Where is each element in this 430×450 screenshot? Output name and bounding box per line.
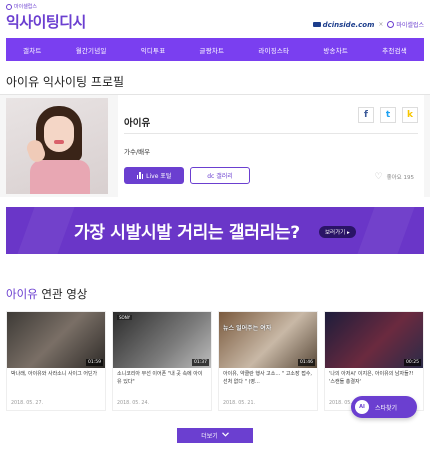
thumbnail-label: SONY	[117, 315, 133, 320]
star-finder-button[interactable]: AI 스타찾기	[351, 396, 417, 418]
video-card[interactable]: SONY 01:37 소니코리아 무선 이어폰 "내 곳 속에 아이유 있다" …	[112, 311, 212, 411]
section-title-highlight: 아이유	[6, 287, 38, 301]
facebook-share-icon[interactable]: f	[358, 107, 374, 123]
logo-main: 익사이팅	[6, 13, 60, 31]
nav-item-monthly-anniversary[interactable]: 월간기념일	[76, 45, 107, 55]
load-more-button[interactable]: 더보기	[177, 428, 253, 443]
chevron-down-icon	[221, 432, 229, 439]
nav-item-broadcast-chart[interactable]: 방송차트	[323, 45, 348, 55]
video-date: 2018. 05.	[329, 401, 352, 406]
kakaostory-share-icon[interactable]: k	[402, 107, 418, 123]
video-duration: 01:37	[192, 359, 209, 366]
video-card[interactable]: 01:59 박나래, 아이유와 사라소니 사이그 어딘가 2018. 05. 2…	[6, 311, 106, 411]
like-count: 좋아요 195	[386, 175, 414, 181]
heart-icon: ♡	[374, 172, 383, 182]
dcinside-icon	[312, 21, 321, 27]
celebrity-job: 가수/배우	[124, 148, 151, 156]
live-portal-button[interactable]: Live 포털	[124, 167, 184, 184]
video-card[interactable]: 뉴스 일어주는 여자 01:46 아이유, 약클란 행사 고소… " 고소장 접…	[218, 311, 318, 411]
video-title[interactable]: 박나래, 아이유와 사라소니 사이그 어딘가	[7, 368, 105, 394]
mycelebs-small-logo[interactable]: 마이셀럽스	[6, 3, 37, 10]
banner-view-button[interactable]: 보러가기 ▸	[319, 226, 356, 238]
video-date: 2018. 05. 27.	[11, 401, 44, 406]
celebrity-name: 아이유	[124, 118, 151, 129]
ai-icon: AI	[355, 400, 369, 414]
share-buttons: f t k	[358, 107, 418, 123]
video-thumbnail[interactable]: 01:59	[7, 312, 105, 368]
load-more-label: 더보기	[201, 433, 218, 440]
promo-banner[interactable]: 가장 시발시발 거리는 갤러리는? 보러가기 ▸	[6, 207, 424, 254]
page-title: 아이유 익사이팅 프로필	[6, 75, 125, 89]
divider	[124, 133, 418, 134]
video-duration: 01:46	[298, 359, 315, 366]
video-thumbnail[interactable]: 뉴스 일어주는 여자 01:46	[219, 312, 317, 368]
nav-item-post-chart[interactable]: 글짱차트	[200, 45, 225, 55]
main-nav: 갤차트 월간기념일 익디투표 글짱차트 라이징스타 방송차트 추천검색	[6, 38, 424, 61]
photo-lips	[54, 140, 64, 144]
dcinside-label: dcinside.com	[322, 20, 375, 29]
video-date: 2018. 05. 21.	[223, 401, 256, 406]
dc-gallery-button[interactable]: dc 갤러리	[190, 167, 250, 184]
video-title[interactable]: '나의 아저씨' 이지은, 아이유의 남자들?! '스캔들 총결자'	[325, 368, 423, 394]
profile-photo	[6, 98, 108, 194]
section-title-rest: 연관 영상	[37, 287, 88, 301]
twitter-share-icon[interactable]: t	[380, 107, 396, 123]
profile-info: 아이유 f t k 가수/배우 Live 포털 dc 갤러리 ♡ 좋아요 195	[118, 95, 424, 197]
nav-item-recommended-search[interactable]: 추천검색	[382, 45, 407, 55]
mycelebs-label: 마이셀럽스	[396, 22, 424, 29]
mycelebs-logo[interactable]: 마이셀럽스	[387, 20, 424, 29]
nav-item-gallery-chart[interactable]: 갤차트	[23, 45, 42, 55]
banner-stripe	[17, 207, 75, 254]
nav-item-rising-star[interactable]: 라이징스타	[258, 45, 289, 55]
photo-face	[44, 116, 74, 152]
star-finder-label: 스타찾기	[375, 404, 398, 412]
nav-item-vote[interactable]: 익디투표	[141, 45, 166, 55]
video-duration: 01:59	[86, 359, 103, 366]
video-thumbnail[interactable]: 00:25	[325, 312, 423, 368]
brand-small-label: 마이셀럽스	[14, 4, 38, 10]
thumbnail-caption: 뉴스 일어주는 여자	[223, 325, 272, 332]
like-button[interactable]: ♡ 좋아요 195	[374, 172, 414, 182]
site-logo[interactable]: 익사이팅디시	[6, 11, 86, 32]
partner-logos: dcinside.com × 마이셀럽스	[312, 20, 424, 29]
header: 마이셀럽스 익사이팅디시 dcinside.com × 마이셀럽스	[0, 0, 430, 38]
video-duration: 00:25	[404, 359, 421, 366]
video-title[interactable]: 아이유, 약클란 행사 고소… " 고소장 접수, 선처 없다 " (영...	[219, 368, 317, 394]
partner-separator: ×	[378, 21, 384, 28]
mycelebs-icon	[6, 3, 12, 10]
banner-stripe	[357, 207, 415, 254]
live-portal-label: Live 포털	[146, 173, 172, 180]
banner-headline: 가장 시발시발 거리는 갤러리는?	[74, 223, 300, 243]
video-thumbnail[interactable]: SONY 01:37	[113, 312, 211, 368]
bar-chart-icon	[136, 172, 144, 179]
photo-clothing	[30, 160, 90, 194]
page: 마이셀럽스 익사이팅디시 dcinside.com × 마이셀럽스 갤차트 월간…	[0, 0, 430, 450]
section-title: 아이유 연관 영상	[6, 286, 87, 302]
dcinside-logo[interactable]: dcinside.com	[312, 20, 375, 29]
video-title[interactable]: 소니코리아 무선 이어폰 "내 곳 속에 아이유 있다"	[113, 368, 211, 394]
mycelebs-icon	[387, 21, 395, 28]
logo-accent: 디시	[59, 13, 86, 31]
video-date: 2018. 05. 24.	[117, 401, 150, 406]
